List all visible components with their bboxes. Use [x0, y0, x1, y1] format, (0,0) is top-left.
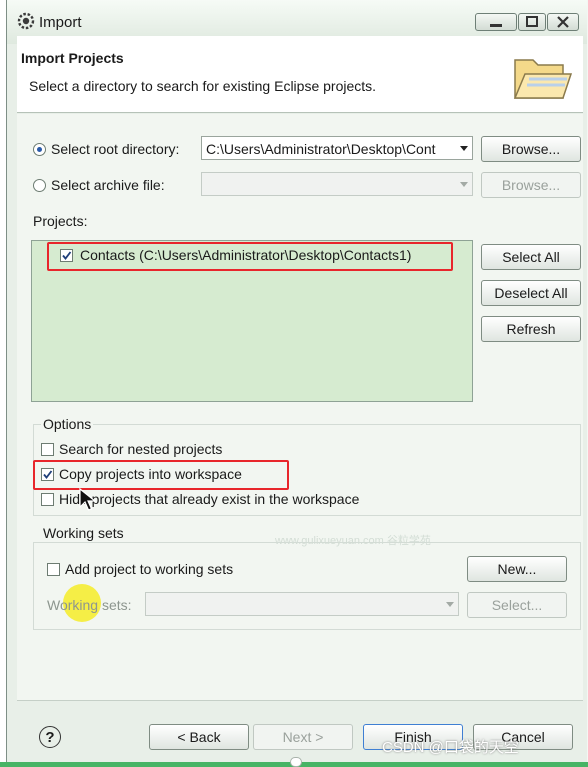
mouse-pointer-icon — [79, 488, 97, 511]
close-icon — [557, 16, 569, 28]
maximize-icon — [526, 16, 538, 27]
new-working-set-button[interactable]: New... — [467, 556, 567, 582]
select-all-button[interactable]: Select All — [481, 244, 581, 270]
minimize-icon — [490, 24, 502, 27]
root-directory-value: C:\Users\Administrator\Desktop\Cont — [206, 141, 436, 157]
archive-file-label: Select archive file: — [51, 177, 165, 193]
import-dialog: Import Import Projects Select a director… — [6, 0, 587, 762]
chevron-down-icon — [446, 602, 454, 607]
maximize-button[interactable] — [518, 13, 546, 31]
page-description: Select a directory to search for existin… — [29, 78, 377, 94]
annotation-highlight — [33, 460, 289, 490]
window-title: Import — [39, 14, 82, 31]
root-directory-radio[interactable] — [33, 143, 46, 156]
wizard-header: Import Projects Select a directory to se… — [17, 36, 583, 112]
search-nested-label: Search for nested projects — [59, 441, 223, 457]
next-button[interactable]: Next > — [253, 724, 353, 750]
working-sets-label: Working sets — [41, 525, 126, 541]
options-label: Options — [41, 416, 94, 432]
chevron-down-icon — [460, 182, 468, 187]
eclipse-gear-icon — [17, 12, 35, 30]
archive-file-radio[interactable] — [33, 179, 46, 192]
wizard-content: Select root directory: C:\Users\Administ… — [17, 114, 583, 700]
working-sets-field-label: Working sets: — [47, 597, 132, 613]
deselect-all-button[interactable]: Deselect All — [481, 280, 581, 306]
annotation-highlight — [47, 242, 453, 271]
hide-existing-checkbox[interactable] — [41, 493, 54, 506]
close-button[interactable] — [547, 13, 579, 31]
browse-directory-button[interactable]: Browse... — [481, 136, 581, 162]
header-separator — [17, 112, 583, 113]
search-nested-checkbox[interactable] — [41, 443, 54, 456]
projects-label: Projects: — [33, 213, 88, 229]
chevron-down-icon — [460, 146, 468, 151]
working-sets-combo[interactable] — [145, 592, 459, 616]
video-progress-handle[interactable] — [290, 757, 302, 767]
add-working-sets-checkbox[interactable] — [47, 563, 60, 576]
add-working-sets-label: Add project to working sets — [65, 561, 234, 577]
page-title: Import Projects — [21, 50, 124, 66]
watermark: www.gulixueyuan.com 谷粒学苑 — [275, 535, 431, 547]
select-working-set-button[interactable]: Select... — [467, 592, 567, 618]
csdn-watermark: CSDN @口袋的天空 — [382, 739, 519, 756]
footer-separator — [17, 700, 583, 701]
refresh-button[interactable]: Refresh — [481, 316, 581, 342]
root-directory-combo[interactable]: C:\Users\Administrator\Desktop\Cont — [201, 136, 473, 160]
browse-archive-button[interactable]: Browse... — [481, 172, 581, 198]
open-folder-icon — [513, 59, 573, 99]
root-directory-label: Select root directory: — [51, 141, 180, 157]
back-button[interactable]: < Back — [149, 724, 249, 750]
archive-file-combo[interactable] — [201, 172, 473, 196]
minimize-button[interactable] — [475, 13, 517, 31]
help-icon[interactable]: ? — [39, 726, 61, 748]
hide-existing-label: Hide projects that already exist in the … — [59, 491, 360, 507]
